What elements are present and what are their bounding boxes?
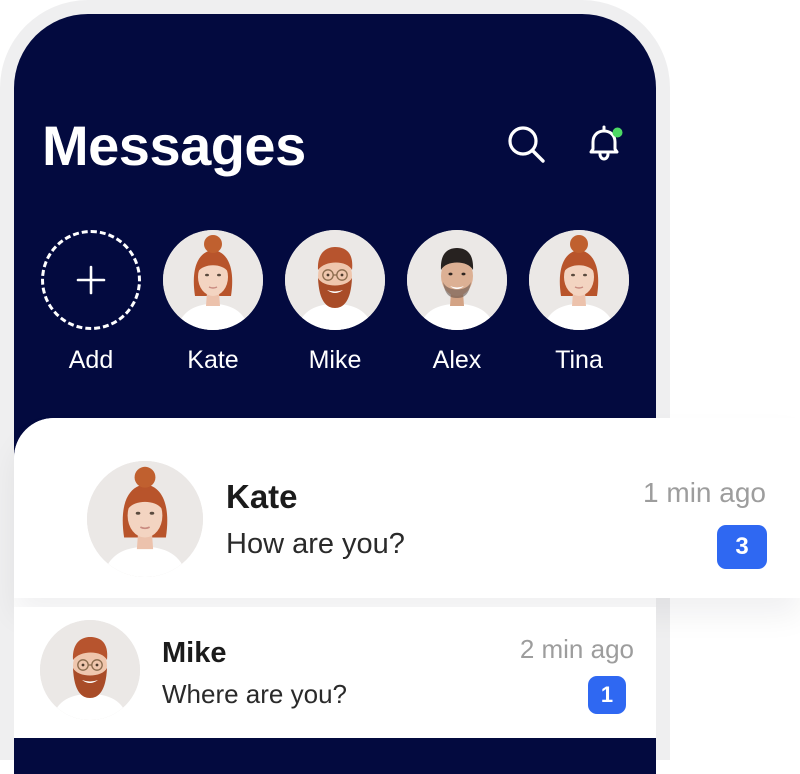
avatar[interactable] xyxy=(529,230,629,330)
unread-badge: 3 xyxy=(717,525,767,569)
avatar[interactable] xyxy=(407,230,507,330)
story-label: Add xyxy=(68,346,114,374)
chat-item-kate[interactable]: Kate How are you? 1 min ago 3 xyxy=(14,418,800,598)
add-story-button[interactable] xyxy=(41,230,141,330)
story-label: Tina xyxy=(555,346,603,374)
unread-badge: 1 xyxy=(588,676,626,714)
chat-preview: How are you? xyxy=(226,528,405,560)
search-icon xyxy=(508,126,545,163)
chat-time: 2 min ago xyxy=(519,634,634,664)
chat-item-mike[interactable]: Mike Where are you? 2 min ago 1 xyxy=(14,607,656,727)
story-mike[interactable]: Mike xyxy=(285,230,385,375)
avatar[interactable] xyxy=(163,230,263,330)
story-add[interactable]: Add xyxy=(41,230,141,375)
chat-name: Mike xyxy=(162,637,227,669)
story-tina[interactable]: Tina xyxy=(529,230,629,375)
avatar xyxy=(40,620,140,720)
story-kate[interactable]: Kate xyxy=(163,230,263,375)
story-label: Mike xyxy=(308,346,362,374)
story-label: Alex xyxy=(432,346,482,374)
notification-dot xyxy=(612,127,623,138)
chat-name: Kate xyxy=(226,478,298,515)
story-label: Kate xyxy=(187,346,239,374)
avatar[interactable] xyxy=(285,230,385,330)
notifications-button[interactable] xyxy=(580,120,628,168)
chat-preview: Where are you? xyxy=(162,679,347,709)
story-alex[interactable]: Alex xyxy=(407,230,507,375)
avatar xyxy=(87,461,203,577)
chat-time: 1 min ago xyxy=(643,477,766,508)
plus-icon xyxy=(76,265,106,295)
page-title: Messages xyxy=(42,114,306,177)
bell-icon xyxy=(589,125,623,161)
search-button[interactable] xyxy=(502,120,550,168)
